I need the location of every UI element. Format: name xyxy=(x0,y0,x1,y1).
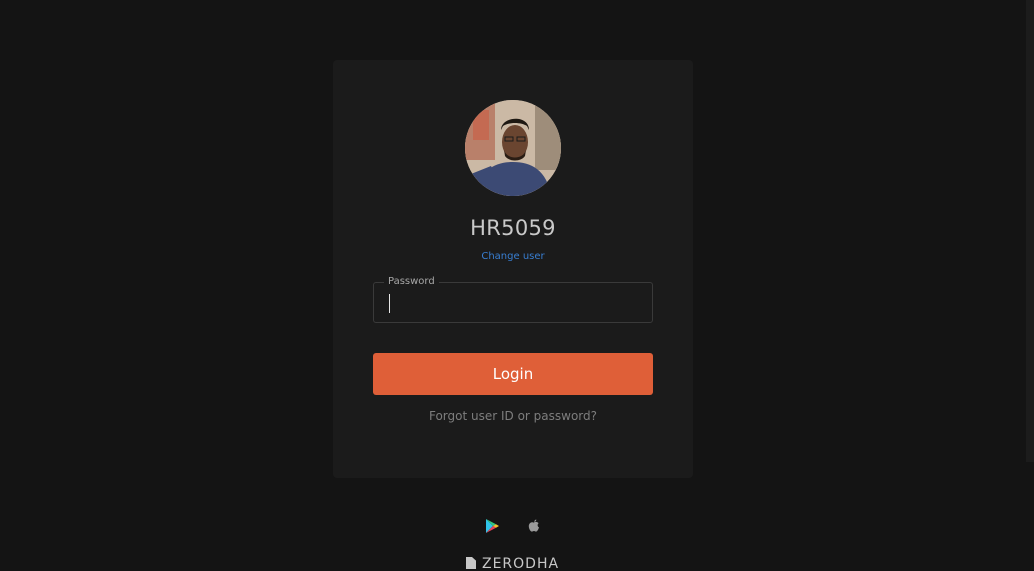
forgot-credentials-link[interactable]: Forgot user ID or password? xyxy=(333,409,693,423)
page-scrollbar[interactable] xyxy=(1026,0,1034,462)
text-caret xyxy=(389,294,390,313)
password-input[interactable] xyxy=(388,295,638,313)
brand-footer: ZERODHA xyxy=(466,556,559,571)
login-card: HR5059 Change user Password Login Forgot… xyxy=(333,60,693,478)
password-field[interactable]: Password xyxy=(373,276,653,323)
app-store-links xyxy=(484,518,544,536)
login-page: HR5059 Change user Password Login Forgot… xyxy=(0,0,1034,571)
change-user-link[interactable]: Change user xyxy=(333,251,693,262)
login-button[interactable]: Login xyxy=(373,353,653,395)
zerodha-logo-icon xyxy=(466,557,476,569)
avatar xyxy=(465,100,561,196)
apple-icon[interactable] xyxy=(526,518,542,534)
user-id: HR5059 xyxy=(470,216,556,240)
brand-name: ZERODHA xyxy=(482,556,560,571)
google-play-icon[interactable] xyxy=(484,518,500,534)
password-label: Password xyxy=(384,276,439,288)
